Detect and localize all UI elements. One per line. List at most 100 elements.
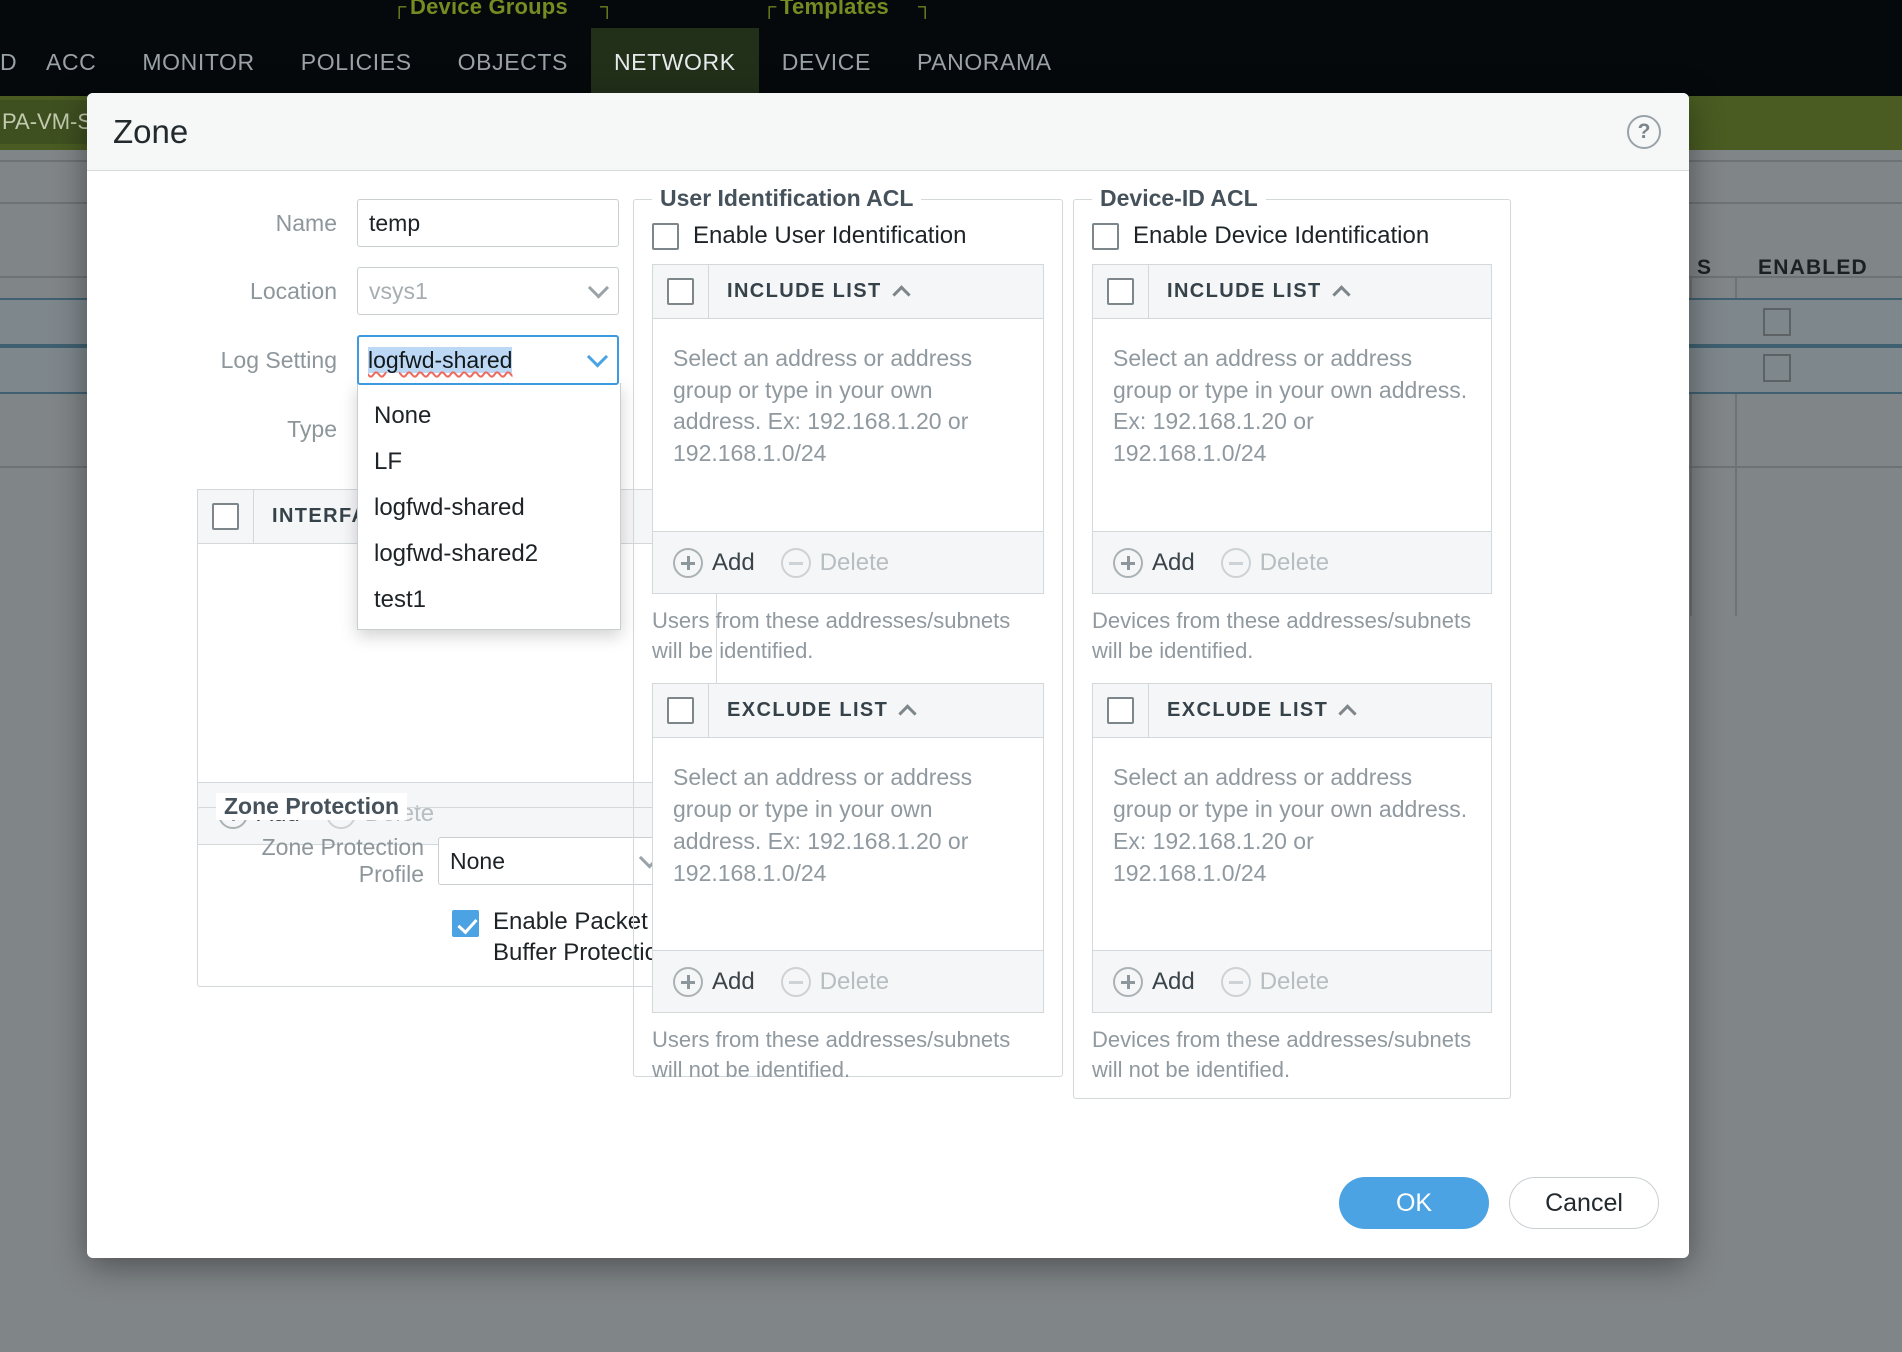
user-id-include-column-header[interactable]: INCLUDE LIST — [709, 280, 911, 304]
user-id-include-caption: Users from these addresses/subnets will … — [652, 608, 1011, 663]
log-setting-option-logfwd-shared[interactable]: logfwd-shared — [358, 485, 620, 531]
log-setting-option-logfwd-shared2[interactable]: logfwd-shared2 — [358, 531, 620, 577]
user-id-include-select-all-cell[interactable] — [653, 264, 709, 319]
zone-protection-profile-label: Zone Protection Profile — [261, 834, 424, 887]
user-id-exclude-delete-label: Delete — [819, 967, 890, 995]
dialog-header: Zone ? — [87, 93, 1689, 171]
templates-label: Templates — [780, 0, 889, 19]
user-id-exclude-footer: Add Delete — [653, 950, 1043, 1013]
device-id-include-body[interactable]: Select an address or address group or ty… — [1093, 319, 1491, 531]
device-id-exclude-select-all-checkbox[interactable] — [1107, 697, 1134, 725]
user-id-include-body[interactable]: Select an address or address group or ty… — [653, 319, 1043, 531]
zone-protection-profile-value: None — [450, 848, 505, 874]
log-setting-input[interactable]: logfwd-shared — [357, 335, 619, 385]
enable-user-identification-row[interactable]: Enable User Identification — [652, 222, 1044, 250]
device-id-exclude-add-button[interactable]: Add — [1113, 966, 1195, 997]
user-id-exclude-add-button[interactable]: Add — [673, 966, 755, 997]
log-setting-option-lf[interactable]: LF — [358, 439, 620, 485]
templates-bracket-right-icon: ┐ — [918, 0, 933, 18]
nav-tab-list: D ACC MONITOR POLICIES OBJECTS NETWORK D… — [0, 28, 1075, 96]
chevron-up-icon[interactable] — [898, 704, 917, 723]
location-row: Location vsys1 — [97, 267, 637, 315]
user-id-include-delete-button[interactable]: Delete — [780, 547, 890, 578]
user-id-include-list-panel: INCLUDE LIST Select an address or addres… — [652, 264, 1044, 594]
nav-tab-objects[interactable]: OBJECTS — [435, 28, 591, 96]
nav-tab-network[interactable]: NETWORK — [590, 28, 759, 96]
device-id-exclude-delete-button[interactable]: Delete — [1220, 966, 1329, 997]
location-label: Location — [250, 277, 337, 304]
user-id-include-placeholder: Select an address or address group or ty… — [673, 345, 973, 467]
packet-buffer-protection-row[interactable]: Enable Packet Buffer Protection — [220, 906, 694, 968]
bg-row-enabled-checkbox[interactable] — [1763, 354, 1791, 382]
dialog-title: Zone — [113, 112, 189, 150]
user-id-exclude-caption: Users from these addresses/subnets will … — [652, 1027, 1011, 1083]
device-id-include-delete-button[interactable]: Delete — [1220, 547, 1330, 578]
minus-circle-icon — [1220, 547, 1251, 578]
user-id-exclude-list-panel: EXCLUDE LIST Select an address or addres… — [652, 683, 1044, 1014]
cancel-button[interactable]: Cancel — [1509, 1177, 1659, 1229]
enable-device-identification-row[interactable]: Enable Device Identification — [1092, 222, 1492, 250]
user-id-exclude-delete-button[interactable]: Delete — [780, 966, 890, 997]
bg-col-header-enabled: ENABLED — [1758, 256, 1868, 279]
bg-col-header-s: S — [1697, 256, 1713, 279]
chevron-up-icon[interactable] — [1338, 704, 1357, 723]
device-id-exclude-header-label: EXCLUDE LIST — [1167, 699, 1329, 722]
enable-device-identification-checkbox[interactable] — [1092, 222, 1119, 250]
enable-user-identification-checkbox[interactable] — [652, 222, 679, 250]
device-id-include-select-all-cell[interactable] — [1093, 264, 1149, 319]
bg-row-enabled-checkbox[interactable] — [1763, 308, 1791, 336]
minus-circle-icon — [780, 966, 811, 997]
user-id-exclude-select-all-cell[interactable] — [653, 683, 709, 738]
plus-circle-icon — [1113, 966, 1143, 997]
device-id-exclude-body[interactable]: Select an address or address group or ty… — [1093, 738, 1491, 951]
nav-tab-policies[interactable]: POLICIES — [278, 28, 435, 96]
nav-tab-monitor[interactable]: MONITOR — [119, 28, 277, 96]
log-setting-option-none[interactable]: None — [358, 393, 620, 439]
device-id-include-header-label: INCLUDE LIST — [1167, 280, 1322, 302]
nav-tab-acc[interactable]: ACC — [23, 28, 119, 96]
chevron-up-icon[interactable] — [891, 284, 911, 304]
device-id-include-add-label: Add — [1152, 548, 1195, 576]
device-id-exclude-column-header[interactable]: EXCLUDE LIST — [1149, 699, 1357, 723]
log-setting-combobox: logfwd-shared None LF logfwd-shared logf… — [357, 335, 621, 630]
device-id-include-header: INCLUDE LIST — [1093, 264, 1491, 319]
chevron-down-icon[interactable] — [586, 346, 609, 368]
plus-circle-icon — [673, 966, 703, 997]
interfaces-select-all-checkbox[interactable] — [212, 503, 239, 530]
user-id-include-add-label: Add — [712, 548, 755, 576]
chevron-down-icon — [587, 277, 610, 299]
user-id-include-delete-label: Delete — [819, 548, 890, 576]
device-id-include-delete-label: Delete — [1259, 548, 1330, 576]
top-navigation-bar: ┌ Device Groups ┐ ┌ Templates ┐ D ACC MO… — [0, 0, 1902, 96]
nav-tab-panorama[interactable]: PANORAMA — [894, 28, 1075, 96]
device-id-acl-inner: Enable Device Identification INCLUDE LIS… — [1074, 200, 1510, 1103]
help-icon[interactable]: ? — [1627, 114, 1661, 149]
dialog-footer: OK Cancel — [87, 1148, 1689, 1258]
device-id-include-column-header[interactable]: INCLUDE LIST — [1149, 280, 1351, 304]
log-setting-dropdown-list: None LF logfwd-shared logfwd-shared2 tes… — [357, 383, 621, 630]
device-id-include-select-all-checkbox[interactable] — [1107, 278, 1134, 305]
user-id-include-select-all-checkbox[interactable] — [667, 278, 694, 305]
log-setting-option-test1[interactable]: test1 — [358, 577, 620, 623]
user-id-include-add-button[interactable]: Add — [673, 547, 755, 578]
device-id-acl-legend: Device-ID ACL — [1092, 185, 1266, 212]
device-id-include-add-button[interactable]: Add — [1113, 547, 1195, 578]
interfaces-select-all-cell[interactable] — [198, 489, 254, 544]
zone-protection-profile-row: Zone Protection Profile None — [220, 834, 694, 888]
user-id-exclude-placeholder: Select an address or address group or ty… — [673, 764, 973, 886]
packet-buffer-protection-checkbox[interactable] — [452, 910, 479, 937]
nav-tab-dashboard[interactable]: D — [0, 28, 23, 96]
user-id-exclude-select-all-checkbox[interactable] — [667, 697, 694, 725]
user-id-exclude-column-header[interactable]: EXCLUDE LIST — [709, 699, 917, 723]
nav-tab-device[interactable]: DEVICE — [759, 28, 894, 96]
user-id-exclude-header: EXCLUDE LIST — [653, 683, 1043, 739]
device-id-include-footer: Add Delete — [1093, 531, 1491, 593]
context-selector-row: ┌ Device Groups ┐ ┌ Templates ┐ — [0, 0, 1902, 28]
chevron-up-icon[interactable] — [1331, 284, 1351, 304]
device-id-exclude-select-all-cell[interactable] — [1093, 683, 1149, 738]
location-select[interactable]: vsys1 — [357, 267, 619, 315]
name-input[interactable]: temp — [357, 199, 619, 247]
ok-button[interactable]: OK — [1339, 1177, 1489, 1229]
user-id-exclude-body[interactable]: Select an address or address group or ty… — [653, 738, 1043, 951]
device-groups-bracket-left-icon: ┌ — [392, 0, 407, 18]
